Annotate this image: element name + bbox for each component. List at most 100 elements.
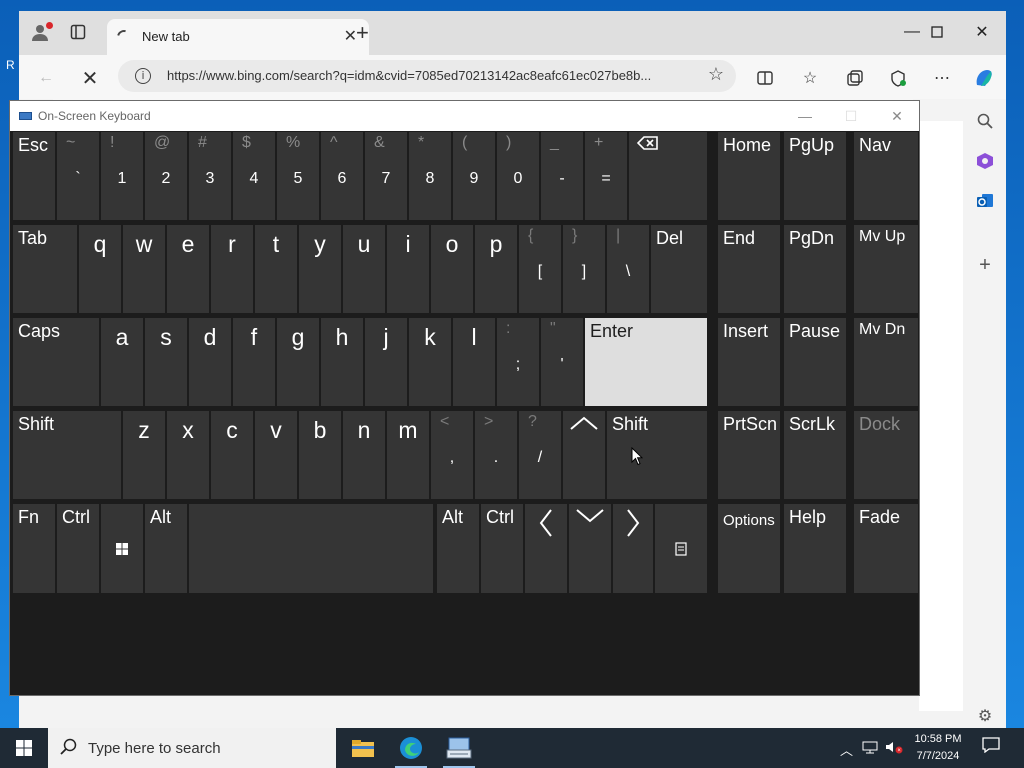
number-row-5-key[interactable]: % 5 [277, 132, 319, 220]
left-ctrl-key[interactable]: Ctrl [57, 504, 99, 593]
stop-loading-icon[interactable]: ✕ [78, 66, 102, 90]
nav-key[interactable]: Nav [854, 132, 918, 220]
key-z[interactable]: z [123, 411, 165, 499]
office-icon[interactable] [973, 149, 997, 173]
key-s[interactable]: s [145, 318, 187, 406]
key-r[interactable]: r [211, 225, 253, 313]
windows-key[interactable] [101, 504, 143, 593]
number-row-1-key[interactable]: ! 1 [101, 132, 143, 220]
key-i[interactable]: i [387, 225, 429, 313]
sidebar-settings-icon[interactable]: ⚙ [973, 704, 997, 728]
outlook-icon[interactable] [973, 189, 997, 213]
pgdn-key[interactable]: PgDn [784, 225, 846, 313]
arrow-right-key[interactable] [613, 504, 653, 593]
volume-muted-icon[interactable]: × [885, 740, 903, 757]
key-y[interactable]: y [299, 225, 341, 313]
add-sidebar-app-icon[interactable]: + [973, 253, 997, 277]
angle-2-key[interactable]: ? / [519, 411, 561, 499]
number-row-0-key[interactable]: ~ ` [57, 132, 99, 220]
fade-key[interactable]: Fade [854, 504, 918, 593]
search-icon[interactable] [973, 109, 997, 133]
key-t[interactable]: t [255, 225, 297, 313]
mvdn-key[interactable]: Mv Dn [854, 318, 918, 406]
pgup-key[interactable]: PgUp [784, 132, 846, 220]
edge-taskbar-icon[interactable] [387, 728, 435, 768]
key-l[interactable]: l [453, 318, 495, 406]
punct-1-key[interactable]: " ' [541, 318, 583, 406]
url-text[interactable]: https://www.bing.com/search?q=idm&cvid=7… [167, 68, 651, 83]
mvup-key[interactable]: Mv Up [854, 225, 918, 313]
key-b[interactable]: b [299, 411, 341, 499]
key-n[interactable]: n [343, 411, 385, 499]
backspace-key[interactable] [629, 132, 707, 220]
number-row-7-key[interactable]: & 7 [365, 132, 407, 220]
favorites-icon[interactable]: ☆ [798, 66, 822, 90]
esc-key[interactable]: Esc [13, 132, 55, 220]
angle-0-key[interactable]: <, [431, 411, 473, 499]
key-d[interactable]: d [189, 318, 231, 406]
caps-key[interactable]: Caps [13, 318, 99, 406]
osk-minimize-button[interactable]: — [790, 106, 820, 126]
bracket-2-key[interactable]: | \ [607, 225, 649, 313]
number-row-2-key[interactable]: @2 [145, 132, 187, 220]
bracket-1-key[interactable]: }] [563, 225, 605, 313]
more-options-icon[interactable]: ⋯ [930, 66, 954, 90]
key-o[interactable]: o [431, 225, 473, 313]
home-key[interactable]: Home [718, 132, 780, 220]
browser-tab[interactable]: New tab ✕ [107, 19, 369, 55]
favorite-star-icon[interactable]: ☆ [708, 64, 724, 85]
copilot-icon[interactable] [972, 66, 996, 90]
key-m[interactable]: m [387, 411, 429, 499]
back-arrow-icon[interactable]: ← [34, 66, 58, 90]
menu-key[interactable] [655, 504, 707, 593]
right-ctrl-key[interactable]: Ctrl [481, 504, 523, 593]
left-alt-key[interactable]: Alt [145, 504, 187, 593]
number-row-6-key[interactable]: ^ 6 [321, 132, 363, 220]
new-tab-button[interactable]: + [356, 22, 369, 44]
split-screen-icon[interactable] [753, 66, 777, 90]
key-q[interactable]: q [79, 225, 121, 313]
number-row-9-key[interactable]: (9 [453, 132, 495, 220]
system-clock[interactable]: 10:58 PM 7/7/2024 [908, 731, 968, 765]
number-row-4-key[interactable]: $4 [233, 132, 275, 220]
key-f[interactable]: f [233, 318, 275, 406]
close-window-button[interactable]: ✕ [960, 17, 1004, 47]
right-shift-key[interactable]: Shift [607, 411, 707, 499]
pause-key[interactable]: Pause [784, 318, 846, 406]
prtscn-key[interactable]: PrtScn [718, 411, 780, 499]
angle-1-key[interactable]: >. [475, 411, 517, 499]
end-key[interactable]: End [718, 225, 780, 313]
maximize-button[interactable] [915, 17, 959, 47]
on-screen-keyboard-taskbar-icon[interactable] [435, 728, 483, 768]
tab-key[interactable]: Tab [13, 225, 77, 313]
left-shift-key[interactable]: Shift [13, 411, 121, 499]
key-u[interactable]: u [343, 225, 385, 313]
close-tab-icon[interactable]: ✕ [344, 26, 357, 46]
notifications-icon[interactable] [978, 737, 1004, 759]
insert-key[interactable]: Insert [718, 318, 780, 406]
arrow-left-key[interactable] [525, 504, 567, 593]
key-v[interactable]: v [255, 411, 297, 499]
key-x[interactable]: x [167, 411, 209, 499]
arrow-up-key[interactable] [563, 411, 605, 499]
number-row-8-key[interactable]: * 8 [409, 132, 451, 220]
show-hidden-icons-chevron[interactable]: ︿ [840, 740, 853, 759]
taskbar-search-box[interactable]: Type here to search [48, 728, 336, 768]
key-j[interactable]: j [365, 318, 407, 406]
fn-key[interactable]: Fn [13, 504, 55, 593]
key-p[interactable]: p [475, 225, 517, 313]
number-row-11-key[interactable]: _ - [541, 132, 583, 220]
right-alt-key[interactable]: Alt [437, 504, 479, 593]
key-w[interactable]: w [123, 225, 165, 313]
tab-actions-icon[interactable] [67, 21, 89, 43]
number-row-3-key[interactable]: #3 [189, 132, 231, 220]
browser-essentials-icon[interactable] [886, 66, 910, 90]
network-icon[interactable] [862, 740, 878, 757]
key-a[interactable]: a [101, 318, 143, 406]
osk-close-button[interactable]: ✕ [882, 106, 912, 126]
key-k[interactable]: k [409, 318, 451, 406]
key-g[interactable]: g [277, 318, 319, 406]
punct-0-key[interactable]: :; [497, 318, 539, 406]
key-e[interactable]: e [167, 225, 209, 313]
number-row-10-key[interactable]: ) 0 [497, 132, 539, 220]
